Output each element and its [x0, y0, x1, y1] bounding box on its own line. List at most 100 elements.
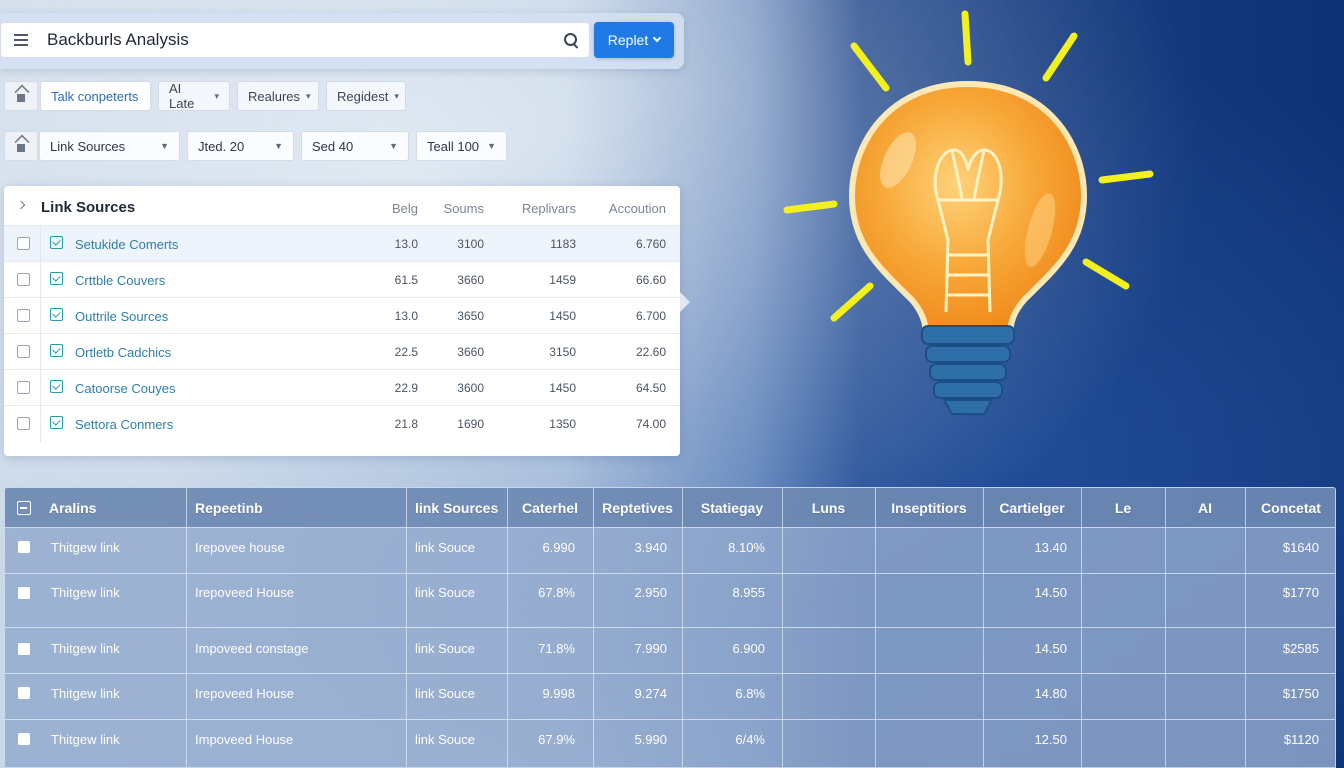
filter-select-4[interactable]: Teall 100 ▼	[416, 131, 507, 161]
cell: 3100	[457, 237, 484, 251]
search-bar[interactable]: Backburls Analysis	[0, 22, 590, 58]
cell: 3660	[457, 273, 484, 287]
cell: 22.60	[635, 345, 666, 359]
cell: 8.955	[732, 585, 765, 600]
menu-icon[interactable]	[1, 22, 41, 58]
checkbox-icon	[50, 308, 63, 321]
cell: Thitgew link	[51, 686, 120, 701]
search-input[interactable]: Backburls Analysis	[41, 30, 553, 50]
cell: 3.940	[634, 540, 667, 555]
table-row[interactable]: Crttble Couvers 61.5 3660 1459 66.60	[4, 262, 680, 298]
row-name[interactable]: Setukide Comerts	[75, 237, 178, 252]
table-row[interactable]: Ortletb Cadchics 22.5 3660 3150 22.60	[4, 334, 680, 370]
link-sources-select[interactable]: Link Sources ▼	[39, 131, 180, 161]
cell: 1350	[549, 417, 576, 431]
table-row[interactable]: Outtrile Sources 13.0 3650 1450 6.700	[4, 298, 680, 334]
cell: Impoveed House	[195, 732, 294, 747]
column-header[interactable]: Accoution	[609, 201, 666, 216]
cell: 5.990	[634, 732, 667, 747]
cell: 6.8%	[735, 686, 765, 701]
cell: 9.998	[542, 686, 575, 701]
filter-chip-1[interactable]: Talk conpeterts	[40, 81, 151, 111]
table-row[interactable]: Catoorse Couyes 22.9 3600 1450 64.50	[4, 370, 680, 406]
row-checkbox[interactable]	[17, 237, 30, 250]
column-header[interactable]: Cartielger	[983, 488, 1081, 528]
filter-chip-4[interactable]: Regidest ▾	[326, 81, 406, 111]
row-checkbox[interactable]	[18, 541, 30, 553]
filter-select-3[interactable]: Sed 40 ▼	[301, 131, 409, 161]
home-button[interactable]	[4, 131, 38, 161]
filter-chip-3[interactable]: Realures ▾	[237, 81, 319, 111]
cell: Thitgew link	[51, 540, 120, 555]
cell: 14.50	[1034, 585, 1067, 600]
filter-chip-2[interactable]: AI Late ▾	[158, 81, 230, 111]
cell: Impoveed constage	[195, 641, 309, 656]
column-header[interactable]: AI	[1165, 488, 1245, 528]
table-row[interactable]: Thitgew link Irepoveed House link Souce …	[5, 674, 1335, 720]
chevron-right-icon[interactable]	[16, 200, 26, 210]
cell: 1183	[550, 237, 576, 251]
row-checkbox[interactable]	[17, 273, 30, 286]
checkbox-icon	[50, 272, 63, 285]
column-header[interactable]: Inseptitiors	[875, 488, 983, 528]
cell: 22.5	[394, 345, 418, 359]
filter-select-2[interactable]: Jted. 20 ▼	[187, 131, 294, 161]
cell: $1640	[1282, 540, 1319, 555]
column-header[interactable]: Repeetinb	[195, 488, 263, 528]
column-header[interactable]: Luns	[782, 488, 875, 528]
column-header[interactable]: Caterhel	[507, 488, 593, 528]
row-checkbox[interactable]	[17, 381, 30, 394]
row-name[interactable]: Outtrile Sources	[75, 309, 168, 324]
table-row[interactable]: Thitgew link Impoveed constage link Souc…	[5, 628, 1335, 674]
panel-notch	[680, 292, 690, 312]
column-header[interactable]: Concetat	[1245, 488, 1335, 528]
select-value: Teall 100	[427, 138, 480, 154]
cell: link Souce	[415, 732, 475, 747]
column-header[interactable]: link Sources	[415, 488, 498, 528]
cell: 1450	[549, 309, 576, 323]
table-row[interactable]: Settora Conmers 21.8 1690 1350 74.00	[4, 406, 680, 442]
row-name[interactable]: Settora Conmers	[75, 417, 173, 432]
cell: 6.990	[542, 540, 575, 555]
column-header[interactable]: Soums	[444, 201, 484, 216]
cell: Irepoveed House	[195, 585, 295, 600]
table-row[interactable]: Thitgew link Impoveed House link Souce 6…	[5, 720, 1335, 767]
cell: 1459	[549, 273, 576, 287]
cell: 14.50	[1034, 641, 1067, 656]
row-checkbox[interactable]	[18, 733, 30, 745]
row-name[interactable]: Ortletb Cadchics	[75, 345, 171, 360]
home-icon	[14, 140, 28, 152]
report-button[interactable]: Replet	[594, 22, 674, 58]
column-header[interactable]: Statiegay	[682, 488, 782, 528]
chevron-down-icon: ▾	[214, 90, 219, 101]
table-header: Link Sources Belg Soums Replivars Accout…	[4, 186, 680, 226]
row-checkbox[interactable]	[18, 587, 30, 599]
chevron-down-icon: ▼	[274, 141, 283, 151]
cell: 74.00	[635, 417, 666, 431]
table-row[interactable]: Setukide Comerts 13.0 3100 1183 6.760	[4, 226, 680, 262]
column-header[interactable]: Le	[1081, 488, 1165, 528]
table-row[interactable]: Thitgew link Irepovee house link Souce 6…	[5, 528, 1335, 574]
cell: 67.9%	[538, 732, 575, 747]
row-checkbox[interactable]	[17, 309, 30, 322]
table-row[interactable]: Thitgew link Irepoveed House link Souce …	[5, 574, 1335, 628]
cell: 6.760	[635, 237, 666, 251]
column-header[interactable]: Belg	[392, 201, 418, 216]
home-button[interactable]	[4, 81, 38, 111]
row-checkbox[interactable]	[17, 345, 30, 358]
select-all-checkbox[interactable]	[17, 501, 31, 515]
chevron-down-icon: ▼	[160, 141, 169, 151]
report-button-label: Replet	[607, 32, 649, 48]
row-checkbox[interactable]	[18, 687, 30, 699]
cell: $1750	[1282, 686, 1319, 701]
row-checkbox[interactable]	[18, 643, 30, 655]
column-header[interactable]: Aralins	[49, 488, 96, 528]
search-icon[interactable]	[553, 22, 589, 58]
row-name[interactable]: Crttble Couvers	[75, 273, 165, 288]
row-checkbox[interactable]	[17, 417, 30, 430]
row-name[interactable]: Catoorse Couyes	[75, 381, 175, 396]
column-header[interactable]: Reptetives	[593, 488, 682, 528]
bulb-base	[921, 325, 1015, 415]
column-header[interactable]: Replivars	[522, 201, 576, 216]
checkbox-icon	[50, 416, 63, 429]
